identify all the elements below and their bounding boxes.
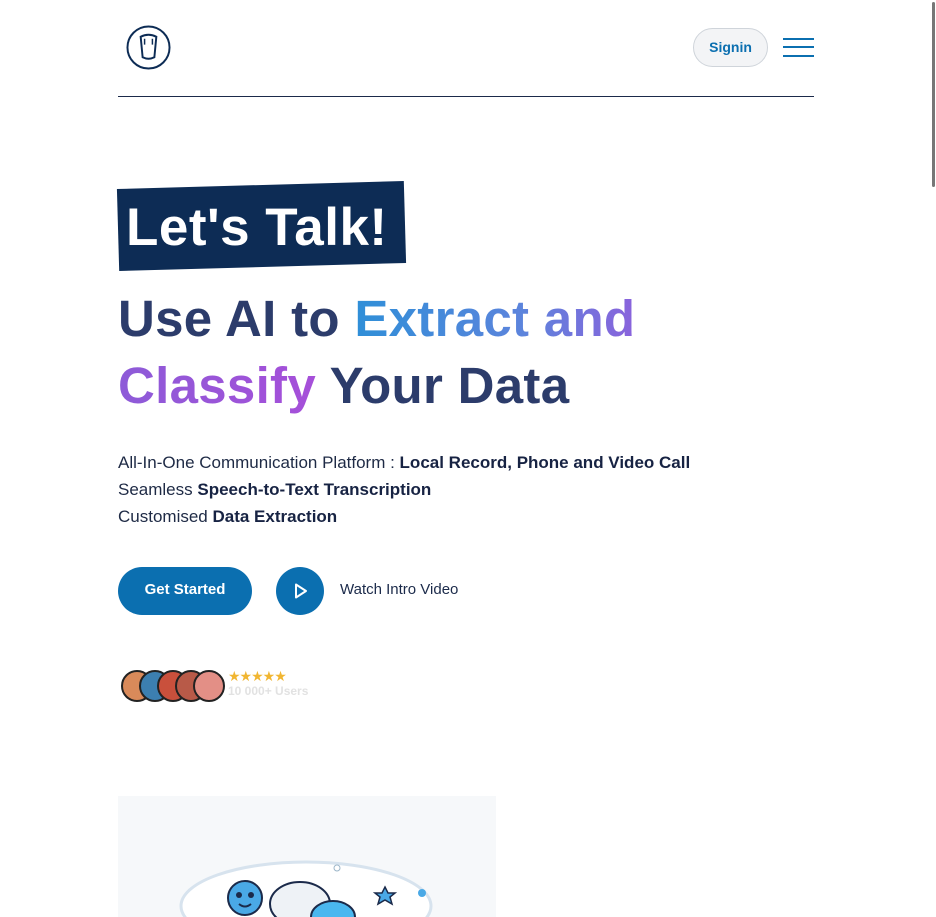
feature-item: All-In-One Communication Platform : Loca… bbox=[118, 449, 690, 476]
play-video-button[interactable] bbox=[276, 567, 324, 615]
users-count: 10 000+ Users bbox=[228, 684, 309, 698]
headline-highlight: Classify bbox=[118, 357, 317, 414]
feature-text: Seamless bbox=[118, 480, 198, 499]
avatar bbox=[193, 670, 225, 702]
feature-list: All-In-One Communication Platform : Loca… bbox=[118, 449, 690, 530]
feature-text: Customised bbox=[118, 507, 213, 526]
scrollbar-thumb[interactable] bbox=[932, 2, 935, 187]
play-icon bbox=[295, 583, 307, 599]
feature-item: Seamless Speech-to-Text Transcription bbox=[118, 476, 690, 503]
logo-icon[interactable] bbox=[126, 25, 171, 70]
scrollbar[interactable] bbox=[930, 0, 936, 917]
user-avatars bbox=[121, 670, 231, 702]
get-started-button[interactable]: Get Started bbox=[118, 567, 252, 615]
headline-part: Your Data bbox=[316, 357, 570, 414]
feature-bold: Speech-to-Text Transcription bbox=[197, 480, 432, 499]
feature-bold: Data Extraction bbox=[212, 507, 338, 526]
chat-bot-illustration bbox=[179, 860, 433, 917]
hamburger-menu-icon[interactable] bbox=[783, 36, 814, 58]
rating-stars-icon: ★★★★★ bbox=[228, 668, 287, 684]
hero-illustration bbox=[118, 796, 496, 917]
site-header: Signin bbox=[118, 0, 814, 97]
watch-intro-video-link[interactable]: Watch Intro Video bbox=[340, 581, 458, 598]
feature-item: Customised Data Extraction bbox=[118, 503, 690, 530]
headline-line-1: Use AI to Extract and bbox=[118, 289, 635, 349]
headline-part: Use AI to bbox=[118, 290, 355, 347]
headline-highlight: Extract and bbox=[354, 290, 636, 347]
feature-text: All-In-One Communication Platform : bbox=[118, 453, 400, 472]
headline-line-2: Classify Your Data bbox=[118, 356, 569, 416]
signin-button[interactable]: Signin bbox=[693, 28, 768, 67]
hero-badge: Let's Talk! bbox=[126, 198, 388, 257]
feature-bold: Local Record, Phone and Video Call bbox=[399, 453, 691, 472]
